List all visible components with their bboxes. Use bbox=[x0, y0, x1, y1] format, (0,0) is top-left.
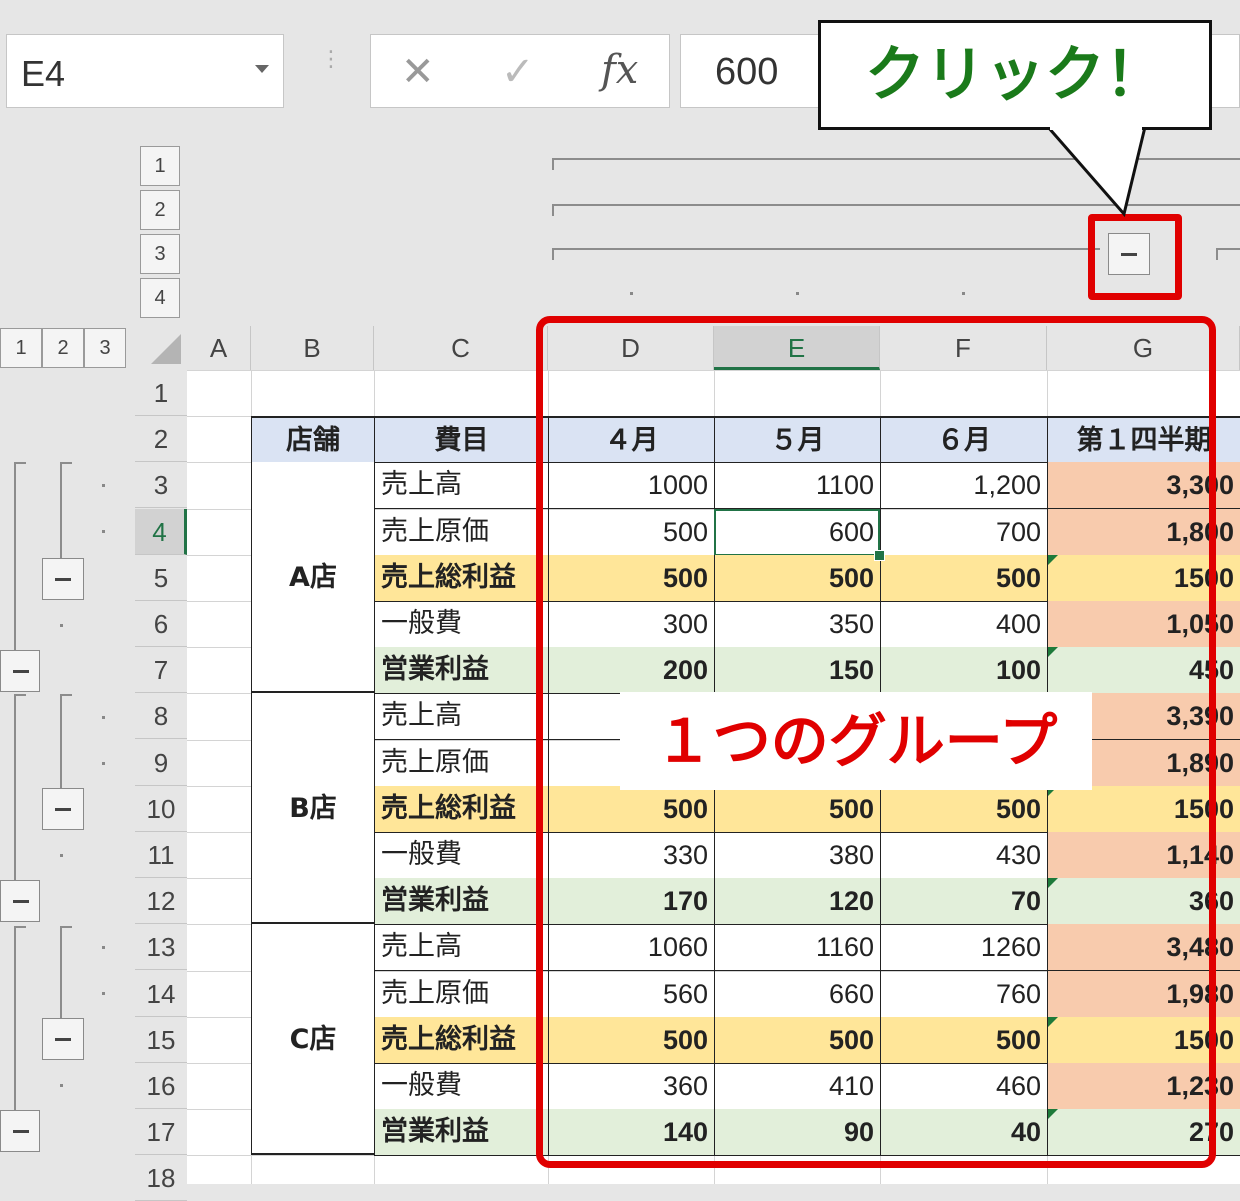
click-callout-label: クリック！ bbox=[818, 20, 1212, 130]
callout-pointer bbox=[1044, 125, 1147, 218]
callout-pointer-joint bbox=[1050, 122, 1142, 130]
callout-pointer-shape bbox=[1044, 125, 1147, 218]
